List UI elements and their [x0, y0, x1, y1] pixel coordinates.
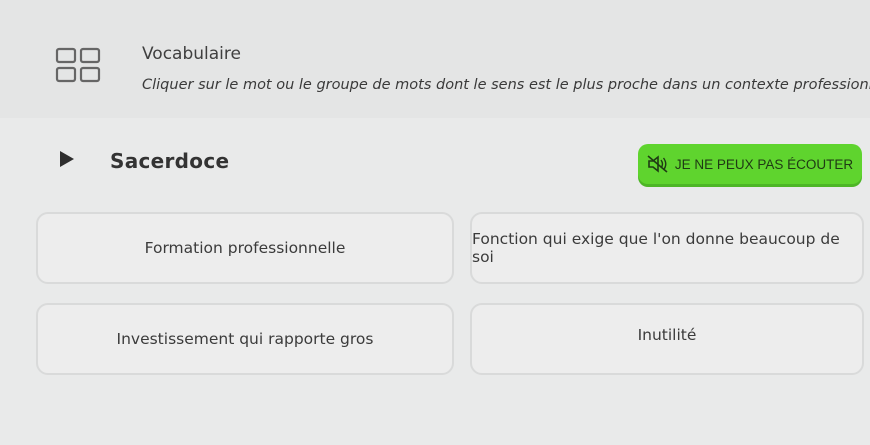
- exercise-title: Vocabulaire: [142, 44, 241, 64]
- answer-option[interactable]: Fonction qui exige que l'on donne beauco…: [470, 212, 864, 284]
- answer-option[interactable]: Formation professionnelle: [36, 212, 454, 284]
- speaker-muted-icon: [647, 155, 668, 173]
- answer-option-label: Inutilité: [637, 326, 697, 344]
- play-icon: [60, 151, 74, 167]
- answer-option-label: Fonction qui exige que l'on donne beauco…: [472, 230, 840, 266]
- answer-option-label: Formation professionnelle: [144, 239, 346, 257]
- answer-option-label: Investissement qui rapporte gros: [116, 330, 374, 348]
- exercise-header: Vocabulaire Cliquer sur le mot ou le gro…: [0, 0, 870, 118]
- cant-listen-button[interactable]: JE NE PEUX PAS ÉCOUTER: [638, 144, 862, 184]
- answer-option[interactable]: Inutilité: [470, 303, 864, 375]
- grid-icon: [55, 47, 101, 83]
- prompt-word: Sacerdoce: [110, 149, 230, 173]
- play-audio-button[interactable]: [44, 140, 90, 178]
- answer-option[interactable]: Investissement qui rapporte gros: [36, 303, 454, 375]
- cant-listen-label: JE NE PEUX PAS ÉCOUTER: [674, 156, 854, 172]
- exercise-instructions: Cliquer sur le mot ou le groupe de mots …: [142, 77, 870, 93]
